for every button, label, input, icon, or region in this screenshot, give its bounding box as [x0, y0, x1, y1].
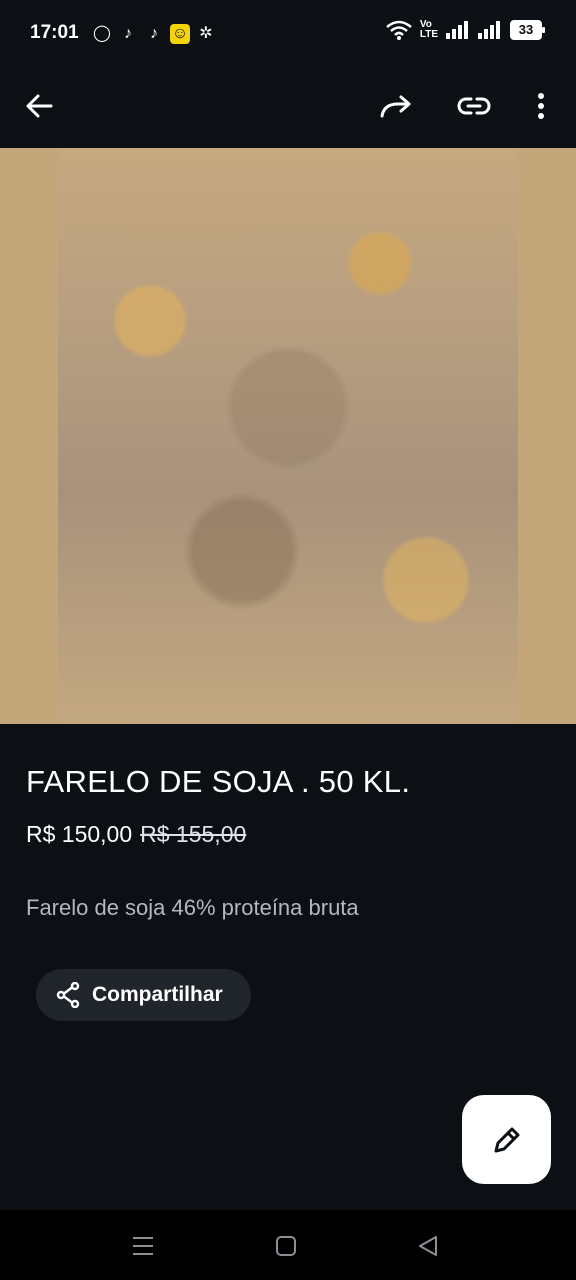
status-indicators: Vo LTE 33: [386, 20, 545, 40]
wifi-icon: [386, 20, 412, 40]
signal-icon: [446, 21, 468, 39]
forward-share-button[interactable]: [374, 84, 418, 128]
back-button[interactable]: [17, 84, 61, 128]
tiktok-icon: ♪: [124, 25, 132, 42]
share-button[interactable]: Compartilhar: [36, 969, 251, 1021]
status-bar: 17:01 ◯ ♪ ♪ ☺ ✲ Vo LTE 33: [0, 0, 576, 62]
current-price: R$ 150,00: [26, 821, 133, 847]
more-vert-icon: [538, 93, 544, 119]
menu-lines-icon: [133, 1237, 153, 1255]
arrow-left-icon: [26, 94, 53, 118]
product-image-area[interactable]: [0, 148, 576, 724]
app-icon: ✲: [199, 25, 213, 42]
copy-link-button[interactable]: [452, 84, 496, 128]
link-icon: [457, 97, 491, 115]
product-description: Farelo de soja 46% proteína bruta: [26, 895, 359, 920]
share-icon: [56, 982, 80, 1008]
battery-indicator: 33: [510, 20, 545, 40]
snapchat-icon: ☺: [170, 24, 190, 44]
notification-icons: ◯ ♪ ♪ ☺ ✲: [92, 22, 216, 46]
back-triangle-icon: [419, 1236, 437, 1256]
volte-bottom: LTE: [419, 29, 438, 40]
price-row: R$ 150,00 R$ 155,00: [26, 821, 246, 848]
back-nav-button[interactable]: [414, 1232, 442, 1260]
signal-icon: [478, 21, 500, 39]
app-bar: [0, 62, 576, 148]
share-button-label: Compartilhar: [92, 983, 223, 1006]
product-photo: [58, 148, 518, 724]
system-nav-bar: [0, 1210, 576, 1280]
home-square-icon: [276, 1236, 296, 1256]
old-price: R$ 155,00: [140, 821, 247, 847]
home-button[interactable]: [272, 1232, 300, 1260]
product-title: FARELO DE SOJA . 50 KL.: [26, 764, 411, 799]
whatsapp-icon: ◯: [93, 25, 111, 42]
recents-button[interactable]: [129, 1232, 157, 1260]
volte-indicator: Vo LTE: [420, 20, 438, 40]
tiktok-icon: ♪: [150, 25, 158, 42]
share-forward-icon: [380, 95, 411, 118]
more-options-button[interactable]: [519, 84, 563, 128]
status-time: 17:01: [30, 22, 79, 43]
pencil-icon: [494, 1127, 519, 1152]
edit-button[interactable]: [462, 1095, 551, 1184]
